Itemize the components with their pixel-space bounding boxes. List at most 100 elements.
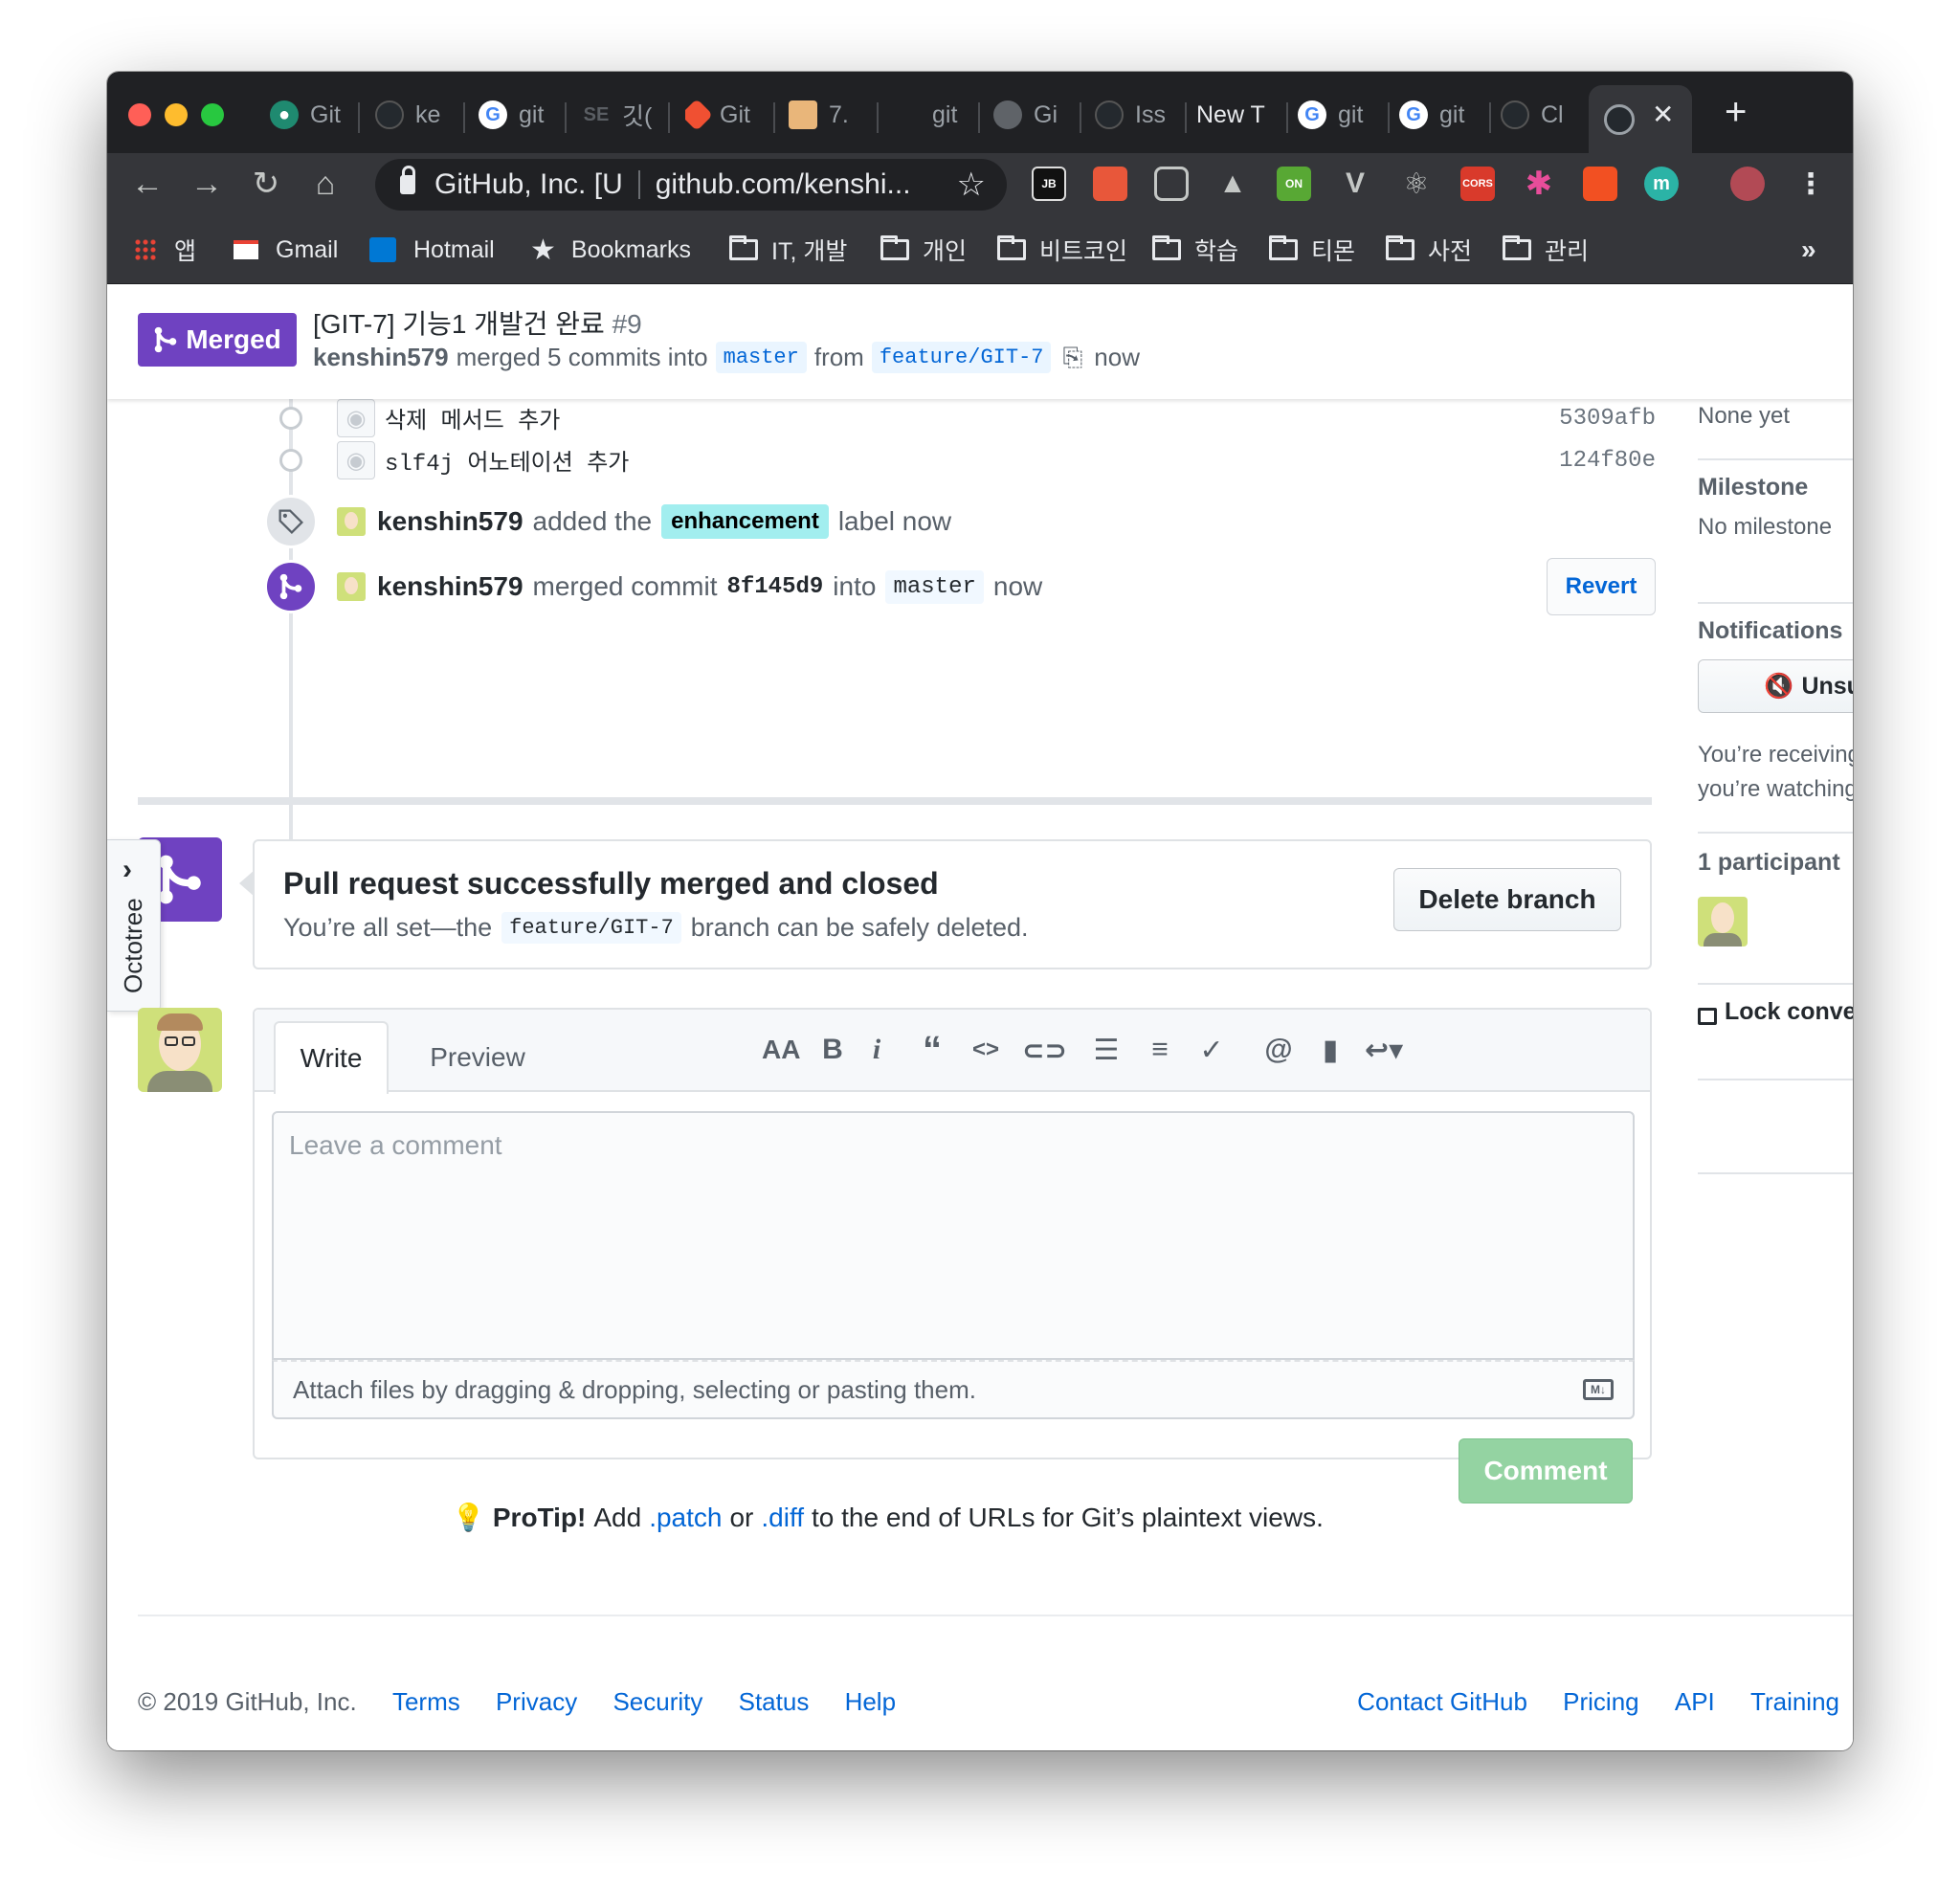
hotmail-bookmark[interactable]: Hotmail xyxy=(369,234,495,265)
close-window-button[interactable] xyxy=(128,103,151,126)
tab-preview[interactable]: Preview xyxy=(406,1021,549,1094)
lock-conversation-link[interactable]: Lock conversation xyxy=(1698,998,1853,1026)
numbered-list-icon[interactable]: ≡ xyxy=(1143,1033,1177,1067)
italic-icon[interactable]: i xyxy=(859,1033,894,1067)
bookmark-folder[interactable]: 개인 xyxy=(880,234,967,265)
bookmark-folder[interactable]: 비트코인 xyxy=(997,234,1127,265)
browser-tab[interactable]: SE 깃( xyxy=(582,91,658,139)
attach-files-area[interactable]: Attach files by dragging & dropping, sel… xyxy=(272,1360,1635,1419)
close-tab-icon[interactable]: ✕ xyxy=(1652,99,1674,130)
link-icon[interactable]: ⊂⊃ xyxy=(1022,1033,1067,1067)
participant-avatar[interactable] xyxy=(1698,897,1748,946)
patch-link[interactable]: .patch xyxy=(649,1503,722,1533)
pocket-icon[interactable] xyxy=(1154,167,1189,201)
comment-textarea[interactable]: Leave a comment xyxy=(272,1111,1635,1360)
footer-link-status[interactable]: Status xyxy=(739,1687,810,1716)
footer-link-api[interactable]: API xyxy=(1675,1687,1715,1716)
event-author-link[interactable]: kenshin579 xyxy=(377,506,523,537)
m-icon[interactable]: m xyxy=(1644,167,1679,201)
home-button[interactable]: ⌂ xyxy=(304,163,346,205)
tab-write[interactable]: Write xyxy=(274,1021,389,1094)
footer-link-security[interactable]: Security xyxy=(612,1687,702,1716)
vimium-icon[interactable]: V xyxy=(1338,167,1372,201)
browser-tab[interactable]: G git xyxy=(1298,91,1378,139)
forward-button[interactable]: → xyxy=(186,163,228,205)
footer-link-contact[interactable]: Contact GitHub xyxy=(1357,1687,1527,1716)
browser-tab[interactable]: Gi xyxy=(993,91,1070,139)
task-list-icon[interactable]: ✓ xyxy=(1194,1033,1229,1067)
browser-tab[interactable]: 7. xyxy=(789,91,865,139)
base-branch[interactable]: master xyxy=(885,569,984,604)
user-avatar[interactable] xyxy=(337,572,366,601)
copy-branch-icon[interactable]: ⎘ xyxy=(1062,343,1082,373)
footer-link-privacy[interactable]: Privacy xyxy=(496,1687,577,1716)
maximize-window-button[interactable] xyxy=(201,103,224,126)
gmail-bookmark[interactable]: Gmail xyxy=(234,234,338,265)
unsubscribe-button[interactable]: 🔇 Unsubscri xyxy=(1698,659,1853,713)
avatar[interactable] xyxy=(138,1008,222,1092)
on-icon[interactable]: ON xyxy=(1277,167,1311,201)
back-button[interactable]: ← xyxy=(126,163,168,205)
new-tab-button[interactable]: + xyxy=(1725,91,1747,134)
markdown-icon[interactable]: M↓ xyxy=(1583,1379,1614,1400)
comment-button[interactable]: Comment xyxy=(1459,1438,1633,1503)
more-bookmarks-button[interactable]: » xyxy=(1801,234,1816,265)
browser-tab[interactable]: ● Git xyxy=(270,91,346,139)
browser-tab[interactable]: Iss xyxy=(1095,91,1175,139)
commit-message-link[interactable]: 삭제 메서드 추가 xyxy=(385,401,560,435)
browser-tab[interactable]: Git xyxy=(685,91,762,139)
code-icon[interactable]: <> xyxy=(969,1033,1003,1067)
bookmark-folder[interactable]: 관리 xyxy=(1503,234,1589,265)
asterisk-icon[interactable]: ✱ xyxy=(1522,166,1556,202)
browser-tab[interactable]: G git xyxy=(1399,91,1480,139)
pr-author-link[interactable]: kenshin579 xyxy=(313,343,449,372)
browser-tab[interactable]: Cl xyxy=(1501,91,1581,139)
bookmark-folder[interactable]: 사전 xyxy=(1386,234,1472,265)
address-bar[interactable]: GitHub, Inc. [U github.com/kenshi... ☆ xyxy=(375,159,1007,211)
bookmarks-folder[interactable]: ★ Bookmarks xyxy=(530,234,691,266)
bookmark-star-icon[interactable]: ☆ xyxy=(957,166,986,204)
minimize-window-button[interactable] xyxy=(165,103,188,126)
bookmark-folder[interactable]: 티몬 xyxy=(1269,234,1355,265)
office-icon[interactable] xyxy=(1093,167,1127,201)
react-icon[interactable]: ⚛ xyxy=(1399,167,1434,201)
reload-button[interactable]: ↻ xyxy=(245,163,287,205)
profile-avatar-icon[interactable] xyxy=(1730,167,1765,201)
bookmark-folder[interactable]: 학습 xyxy=(1152,234,1238,265)
milestone-heading[interactable]: Milestone xyxy=(1698,474,1853,501)
drive-icon[interactable]: ▲ xyxy=(1215,167,1250,201)
footer-link-terms[interactable]: Terms xyxy=(392,1687,460,1716)
browser-tab[interactable]: ke xyxy=(375,91,452,139)
head-branch[interactable]: feature/GIT-7 xyxy=(871,342,1052,373)
base-branch[interactable]: master xyxy=(715,342,807,373)
head-branch[interactable]: feature/GIT-7 xyxy=(501,912,681,944)
enhancement-label[interactable]: enhancement xyxy=(661,504,829,539)
extension-icon[interactable] xyxy=(1583,167,1617,201)
event-author-link[interactable]: kenshin579 xyxy=(377,571,523,602)
browser-tab[interactable]: New T xyxy=(1196,91,1279,139)
apps-bookmark[interactable]: 앱 xyxy=(134,234,196,265)
bookmark-icon[interactable]: ▮ xyxy=(1313,1033,1348,1067)
footer-link-training[interactable]: Training xyxy=(1750,1687,1839,1716)
bulleted-list-icon[interactable]: ☰ xyxy=(1089,1033,1124,1067)
footer-link-pricing[interactable]: Pricing xyxy=(1563,1687,1638,1716)
commit-message-link[interactable]: slf4j 어노테이션 추가 xyxy=(385,443,629,478)
delete-branch-button[interactable]: Delete branch xyxy=(1393,868,1621,931)
jetbrains-icon[interactable]: JB xyxy=(1032,167,1066,201)
menu-icon[interactable]: ⋮ xyxy=(1793,167,1828,201)
octotree-toggle[interactable]: › Octotree xyxy=(107,839,161,1012)
diff-link[interactable]: .diff xyxy=(761,1503,804,1533)
bookmark-folder[interactable]: IT, 개발 xyxy=(729,234,847,265)
user-avatar[interactable] xyxy=(337,507,366,536)
reply-icon[interactable]: ↩▾ xyxy=(1365,1033,1403,1067)
browser-tab[interactable]: G git xyxy=(479,91,555,139)
quote-icon[interactable]: “ xyxy=(915,1029,949,1071)
heading-icon[interactable]: AA xyxy=(762,1033,800,1067)
active-tab[interactable]: ✕ xyxy=(1589,85,1692,153)
cors-icon[interactable]: CORS xyxy=(1460,167,1495,201)
bold-icon[interactable]: B xyxy=(815,1033,850,1067)
footer-link-help[interactable]: Help xyxy=(845,1687,896,1716)
mention-icon[interactable]: @ xyxy=(1261,1033,1296,1067)
browser-tab[interactable]: git xyxy=(892,91,969,139)
merge-commit-link[interactable]: 8f145d9 xyxy=(726,574,823,600)
